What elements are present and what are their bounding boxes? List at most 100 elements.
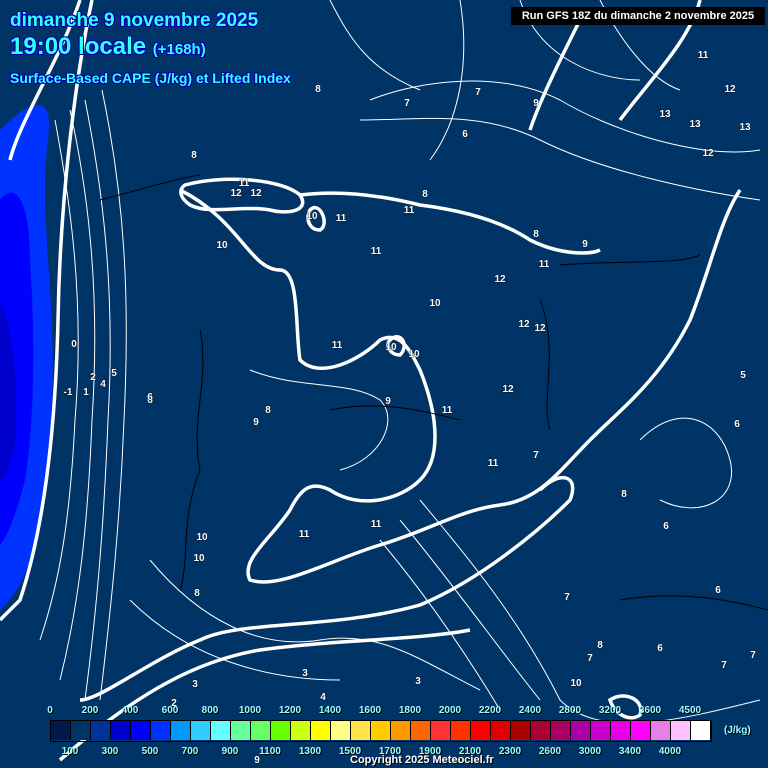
legend-label-bottom: 1300	[298, 746, 322, 757]
contour-label: 10	[385, 342, 397, 353]
legend-swatch	[311, 721, 331, 740]
legend-swatch	[691, 721, 711, 740]
legend-swatch	[231, 721, 251, 740]
legend-swatch	[51, 721, 71, 740]
contour-label: 2	[90, 372, 96, 383]
legend-swatch	[71, 721, 91, 740]
legend-swatch	[571, 721, 591, 740]
legend-label-bottom: 1100	[259, 746, 281, 757]
contour-label: 12	[230, 188, 242, 199]
contour-label: 9	[533, 98, 539, 109]
contour-label: 12	[250, 188, 262, 199]
contour-label: 0	[71, 339, 77, 350]
contour-label: 8	[191, 150, 197, 161]
contour-label: 7	[721, 660, 727, 671]
legend-label-top: 4500	[678, 705, 702, 716]
legend-swatch	[491, 721, 511, 740]
contour-label: 11	[371, 246, 382, 257]
contour-label: 6	[715, 585, 721, 596]
legend-swatch	[431, 721, 451, 740]
legend-swatch	[151, 721, 171, 740]
forecast-date: dimanche 9 novembre 2025	[10, 10, 259, 31]
country-borders	[99, 174, 768, 611]
legend-swatch	[131, 721, 151, 740]
contour-label: 11	[539, 259, 550, 270]
contour-label: 6	[663, 521, 669, 532]
legend-swatch	[471, 721, 491, 740]
contour-label: 5	[111, 368, 117, 379]
legend-label-top: 2800	[558, 705, 582, 716]
legend-label-top: 0	[47, 705, 53, 716]
forecast-time: 19:00 locale (+168h)	[10, 33, 206, 61]
local-time: 19:00 locale	[10, 33, 147, 60]
contour-label: 11	[488, 458, 499, 469]
lead-time: (+168h)	[152, 41, 206, 58]
contour-label: 13	[659, 109, 671, 120]
contour-label: 6	[462, 129, 468, 140]
contour-label: 10	[408, 349, 420, 360]
contour-label: 12	[702, 148, 714, 159]
legend-label-bottom: 3000	[578, 746, 602, 757]
contour-label: 11	[336, 213, 347, 224]
contour-label: 12	[518, 319, 530, 330]
legend-swatch	[111, 721, 131, 740]
lifted-index-zero-contours	[0, 0, 742, 762]
contour-label: 6	[657, 643, 663, 654]
contour-label: 7	[587, 653, 593, 664]
legend-label-top: 400	[121, 705, 139, 716]
legend-label-top: 1400	[318, 705, 342, 716]
legend-swatch	[391, 721, 411, 740]
contour-label: 9	[385, 396, 391, 407]
contour-label: 8	[315, 84, 321, 95]
contour-label: 11	[371, 519, 382, 530]
legend-swatch	[371, 721, 391, 740]
legend-label-bottom: 500	[141, 746, 159, 757]
contour-label: 4	[100, 379, 106, 390]
legend-label-bottom: 100	[61, 746, 79, 757]
contour-label: 10	[306, 211, 318, 222]
cape-fill-low	[0, 105, 53, 610]
contour-label: 4	[320, 692, 326, 703]
thin-contours	[39, 0, 761, 724]
legend-swatch	[191, 721, 211, 740]
contour-label: 8	[422, 189, 428, 200]
legend-swatch	[251, 721, 271, 740]
legend-swatch	[671, 721, 691, 740]
contour-label: 11	[404, 205, 415, 216]
contour-label: 11	[299, 529, 310, 540]
contour-label: 12	[724, 84, 736, 95]
legend-label-bottom: 4000	[658, 746, 682, 757]
contour-label: 7	[533, 450, 539, 461]
legend-label-top: 200	[81, 705, 99, 716]
legend-label-top: 800	[201, 705, 219, 716]
legend-label-bottom: 2600	[538, 746, 562, 757]
contour-label: 10	[570, 678, 582, 689]
contour-label: 11	[332, 340, 343, 351]
legend-label-top: 1000	[238, 705, 262, 716]
contour-label: 9	[582, 239, 588, 250]
legend-label-top: 1600	[358, 705, 382, 716]
contour-label: 8	[265, 405, 271, 416]
legend-swatch	[331, 721, 351, 740]
contour-label: 10	[429, 298, 441, 309]
contour-label: 8	[597, 640, 603, 651]
run-label: Run GFS 18Z du dimanche 2 novembre 2025	[511, 7, 765, 25]
legend-swatch	[631, 721, 651, 740]
contour-label: 12	[494, 274, 506, 285]
contour-label: 11	[698, 50, 709, 61]
legend-label-top: 2200	[478, 705, 502, 716]
legend-label-bottom: 2300	[498, 746, 522, 757]
contour-label: 3	[415, 676, 421, 687]
legend-label-top: 2000	[438, 705, 462, 716]
contour-label: 13	[689, 119, 701, 130]
legend-swatch	[451, 721, 471, 740]
legend-swatch	[611, 721, 631, 740]
legend-swatch	[351, 721, 371, 740]
contour-label: 3	[192, 679, 198, 690]
legend-swatch	[511, 721, 531, 740]
legend-swatch	[211, 721, 231, 740]
legend-label-top: 1200	[278, 705, 302, 716]
contour-label: 7	[475, 87, 481, 98]
cape-map: 8779611121313 131281112 121011118109811111…	[0, 0, 768, 766]
contour-label: 10	[216, 240, 228, 251]
